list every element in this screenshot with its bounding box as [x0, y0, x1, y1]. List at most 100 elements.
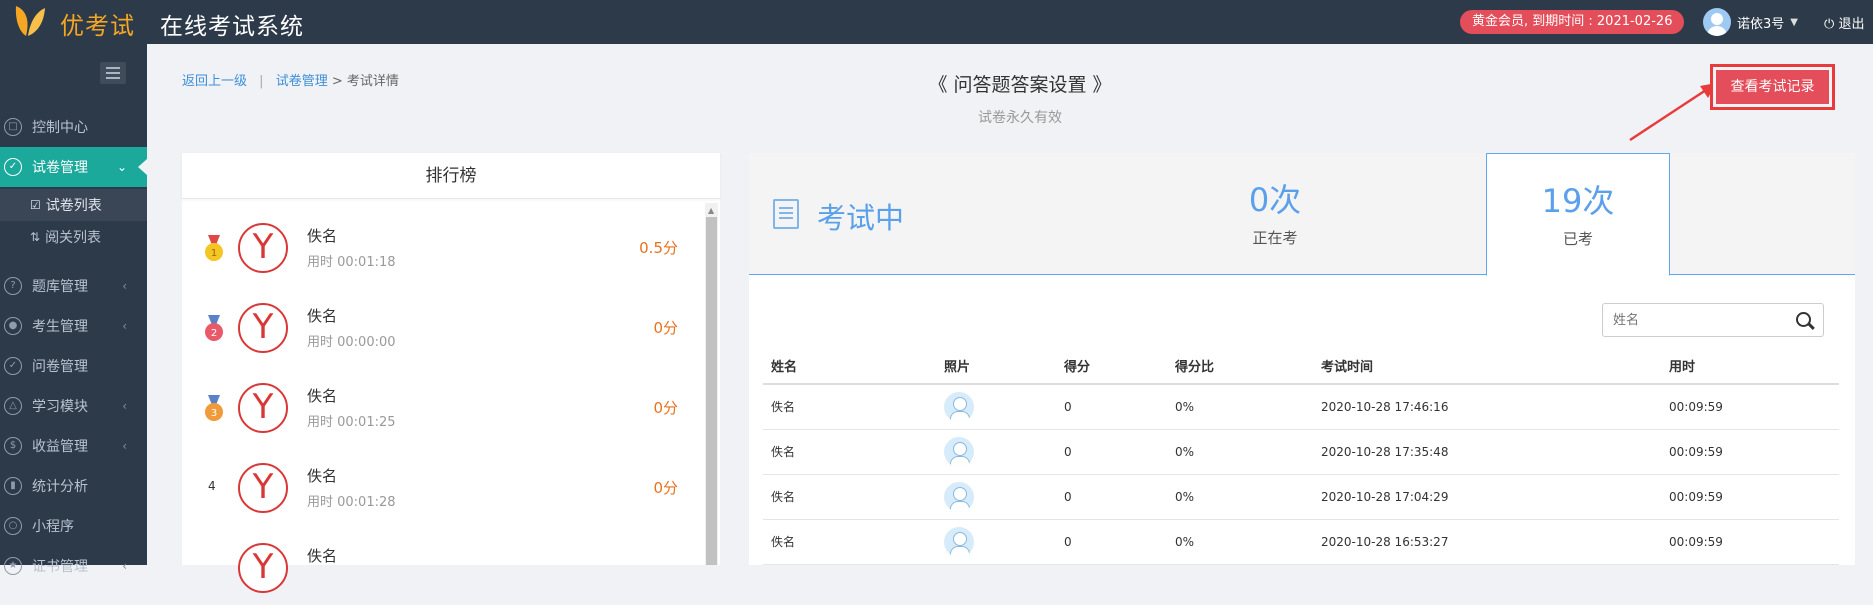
cell-score-ratio: 0%	[1167, 384, 1313, 430]
ranking-name: 佚名	[307, 307, 338, 325]
column-header-duration[interactable]: 用时	[1661, 348, 1839, 385]
column-header-name[interactable]: 姓名	[763, 348, 936, 385]
ranking-time: 用时 00:01:18	[307, 255, 396, 270]
sidebar-item-label: 证书管理	[32, 559, 88, 575]
table-row[interactable]: 佚名 0 0% 2020-10-28 16:53:27 00:09:59	[763, 519, 1839, 565]
sidebar-item-label: 考生管理	[32, 319, 88, 335]
completed-label: 已考	[1562, 230, 1593, 248]
sidebar-item-label: 小程序	[32, 519, 74, 535]
ranking-score: 0分	[653, 399, 678, 417]
tab-ongoing[interactable]: 0次 正在考	[1183, 153, 1367, 275]
cell-exam-time: 2020-10-28 16:53:27	[1313, 519, 1661, 565]
graduation-cap-icon: △	[4, 397, 22, 415]
page-subtitle: 试卷永久有效	[978, 110, 1062, 126]
ranking-score: 0.5分	[639, 239, 678, 257]
sidebar-item-questionnaire[interactable]: ✓ 问卷管理	[0, 346, 147, 386]
check-circle-icon: ☑	[30, 198, 41, 212]
sidebar-toggle-button[interactable]	[100, 62, 126, 84]
chevron-down-icon: ▼	[1790, 16, 1798, 28]
cell-score: 0	[1056, 474, 1167, 520]
system-title: 在线考试系统	[160, 14, 304, 40]
column-header-score-ratio[interactable]: 得分比	[1167, 348, 1313, 385]
cell-photo	[936, 384, 1056, 430]
cell-score: 0	[1056, 519, 1167, 565]
completed-count: 19次	[1541, 182, 1615, 220]
chevron-left-icon: ‹	[122, 439, 127, 453]
avatar: Y	[238, 463, 288, 513]
sidebar-item-control-center[interactable]: □ 控制中心	[0, 107, 147, 147]
sidebar-subitem-review-list[interactable]: ⇅ 阅关列表	[0, 221, 147, 253]
table-row[interactable]: 佚名 0 0% 2020-10-28 17:46:16 00:09:59	[763, 384, 1839, 430]
chevron-left-icon: ‹	[122, 319, 127, 333]
cell-score-ratio: 0%	[1167, 429, 1313, 475]
cell-duration: 00:09:59	[1661, 474, 1839, 520]
sidebar-item-label: 学习模块	[32, 399, 88, 415]
search-input[interactable]	[1613, 304, 1783, 336]
gold-medal-icon: 1	[205, 235, 223, 261]
ongoing-count: 0次	[1248, 181, 1302, 219]
sidebar-item-statistics[interactable]: ▮ 统计分析	[0, 466, 147, 506]
sidebar-item-mini-program[interactable]: ○ 小程序	[0, 506, 147, 546]
cell-photo	[936, 519, 1056, 565]
column-header-exam-time[interactable]: 考试时间	[1313, 348, 1661, 385]
ranking-name: 佚名	[307, 227, 338, 245]
sidebar-subitem-paper-list[interactable]: ☑ 试卷列表	[0, 189, 147, 221]
brand-logo-icon	[15, 6, 45, 36]
scrollbar[interactable]: ▲	[705, 203, 718, 565]
table-row[interactable]: 佚名 0 0% 2020-10-28 17:04:29 00:09:59	[763, 474, 1839, 520]
membership-badge[interactable]: 黄金会员, 到期时间 : 2021-02-26	[1460, 10, 1685, 34]
chevron-down-icon: ⌄	[116, 160, 127, 174]
exam-status-title: 考试中	[817, 201, 905, 235]
candidate-photo[interactable]	[944, 391, 974, 422]
back-link[interactable]: 返回上一级	[182, 74, 247, 89]
candidate-photo[interactable]	[944, 481, 974, 512]
cell-name: 佚名	[763, 429, 936, 475]
ongoing-label: 正在考	[1252, 229, 1298, 247]
money-icon: $	[4, 437, 22, 455]
ranking-item: 2 Y 佚名 用时 00:00:00 0分	[182, 285, 702, 365]
ranking-time: 用时 00:01:25	[307, 415, 396, 430]
sidebar-item-question-bank[interactable]: ? 题库管理 ‹	[0, 266, 147, 306]
user-menu[interactable]: 诺依3号 ▼	[1703, 8, 1798, 36]
bar-chart-icon: ▮	[4, 477, 22, 495]
tab-completed[interactable]: 19次 已考	[1486, 153, 1670, 276]
ranking-number: 4	[208, 479, 216, 493]
sidebar-item-paper-management[interactable]: ✓ 试卷管理 ⌄	[0, 147, 147, 187]
top-bar: 优考试 在线考试系统 黄金会员, 到期时间 : 2021-02-26 诺依3号 …	[0, 0, 1873, 44]
breadcrumb-paper-management[interactable]: 试卷管理	[276, 74, 328, 89]
avatar: Y	[238, 543, 288, 593]
svg-text:2: 2	[211, 328, 217, 339]
view-exam-records-label: 查看考试记录	[1716, 70, 1829, 104]
exam-records-table: 姓名 照片 得分 得分比 考试时间 用时 佚名 0 0% 2020-10-28 …	[763, 348, 1839, 565]
exam-status-header: 考试中 0次 正在考 19次 已考	[749, 153, 1855, 276]
cell-name: 佚名	[763, 519, 936, 565]
scroll-up-icon[interactable]: ▲	[708, 206, 714, 215]
cell-exam-time: 2020-10-28 17:04:29	[1313, 474, 1661, 520]
search-icon[interactable]	[1796, 312, 1811, 327]
sidebar-item-certificates[interactable]: ★ 证书管理 ‹	[0, 546, 147, 586]
logout-button[interactable]: ⏻ 退出	[1824, 13, 1864, 32]
column-header-score[interactable]: 得分	[1056, 348, 1167, 385]
ranking-time: 用时 00:00:00	[307, 335, 396, 350]
ranking-title: 排行榜	[182, 153, 720, 199]
sidebar-item-learning[interactable]: △ 学习模块 ‹	[0, 386, 147, 426]
checkbox-icon: ✓	[4, 357, 22, 375]
sidebar-item-label: 统计分析	[32, 479, 88, 495]
annotation-arrow	[1629, 83, 1716, 142]
candidate-photo[interactable]	[944, 436, 974, 467]
cell-score: 0	[1056, 384, 1167, 430]
ranking-name: 佚名	[307, 387, 338, 405]
view-exam-records-button[interactable]: 查看考试记录	[1710, 64, 1835, 110]
cell-exam-time: 2020-10-28 17:35:48	[1313, 429, 1661, 475]
chevron-left-icon: ‹	[122, 279, 127, 293]
sidebar-item-candidates[interactable]: ● 考生管理 ‹	[0, 306, 147, 346]
candidate-photo[interactable]	[944, 526, 974, 557]
sidebar-item-revenue[interactable]: $ 收益管理 ‹	[0, 426, 147, 466]
brand-name: 优考试	[60, 12, 135, 40]
scrollbar-thumb[interactable]	[706, 217, 717, 565]
monitor-icon: □	[4, 118, 22, 136]
cell-name: 佚名	[763, 384, 936, 430]
table-row[interactable]: 佚名 0 0% 2020-10-28 17:35:48 00:09:59	[763, 429, 1839, 475]
ranking-item: Y 佚名	[182, 525, 702, 605]
cell-score-ratio: 0%	[1167, 474, 1313, 520]
